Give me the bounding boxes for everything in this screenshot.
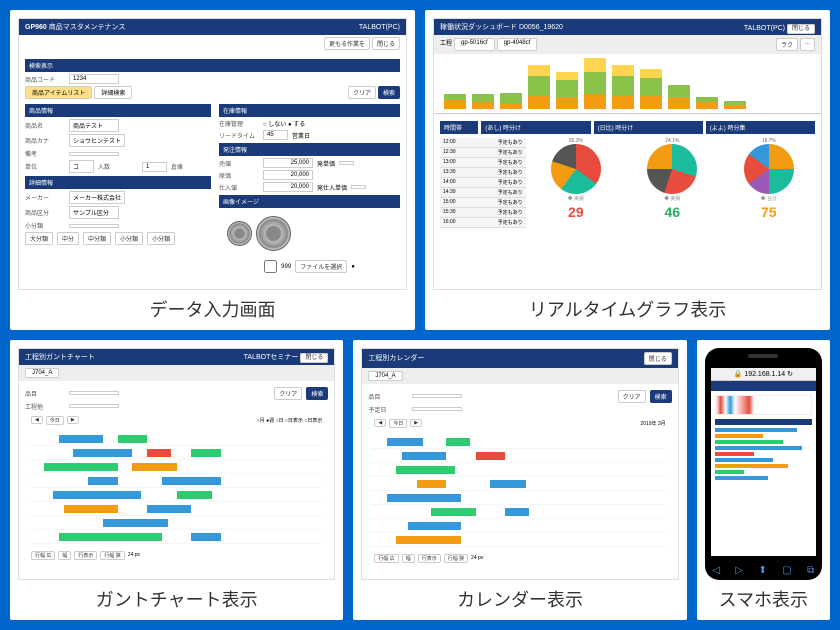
phone-url-bar[interactable]: 🔒 192.168.1.14 ↻ [711, 368, 816, 381]
phone-content [711, 391, 816, 557]
phone-toolbar: ◁ ▷ ⬆ ▢ ⧉ [705, 565, 822, 576]
kana-input[interactable]: ショウヒンテスト [69, 134, 125, 147]
close-button[interactable]: 閉じる [644, 352, 672, 365]
info-section: 商品情報 [25, 104, 211, 117]
panel-header: 稼働状況ダッシュボード D0056_19620 TALBOT(PC) 閉じる [434, 19, 821, 35]
panel-title: 商品マスタメンテナンス [49, 24, 126, 31]
panel-title: 稼働状況ダッシュボード [440, 24, 517, 31]
panel-caption: ガントチャート表示 [18, 580, 335, 612]
phone-speaker [748, 354, 778, 358]
metric-3: 75 [761, 204, 777, 220]
clear-button[interactable]: クリア [348, 86, 376, 99]
product-image [219, 208, 299, 258]
search-button[interactable]: 検索 [378, 86, 400, 99]
tab[interactable]: J704_A [25, 368, 59, 378]
close-button[interactable]: 閉じる [300, 353, 328, 363]
panel-caption: リアルタイムグラフ表示 [433, 290, 822, 322]
order-section: 発注情報 [219, 143, 400, 156]
realtime-graph-panel: 稼働状況ダッシュボード D0056_19620 TALBOT(PC) 閉じる 工… [433, 18, 822, 290]
share-icon[interactable]: ⬆ [759, 565, 767, 576]
calendar-panel: 工程別カレンダー閉じる J704_A 品目クリア検索 予定日 ◀今日▶2019年… [361, 348, 678, 581]
gantt-panel: 工程別ガントチャートTALBOTセミナー 閉じる J704_A 品目クリア検索 … [18, 348, 335, 581]
search-button[interactable]: 検索 [306, 387, 328, 400]
image-section: 画像イメージ [219, 195, 400, 208]
file-checkbox[interactable] [264, 260, 277, 273]
gear-icon [227, 221, 252, 246]
filter-select[interactable]: gp-5016cf [454, 38, 495, 51]
file-select-button[interactable]: ファイルを選択 [295, 260, 347, 273]
seg-btn[interactable]: 小分類 [115, 232, 143, 245]
panel-title: 工程別カレンダー [368, 353, 424, 363]
more-button[interactable]: ... [800, 38, 815, 51]
seg-btn[interactable]: 大分類 [25, 232, 53, 245]
name-input[interactable]: 商品テスト [69, 119, 119, 132]
smartphone-mockup: 🔒 192.168.1.14 ↻ ◁ ▷ ⬆ ▢ ⧉ [705, 348, 822, 581]
metric-1: 29 [568, 204, 584, 220]
code-input[interactable]: 1234 [69, 74, 119, 84]
gantt-chart [25, 428, 328, 548]
title-prefix: GP960 [25, 24, 47, 31]
back-icon[interactable]: ◁ [712, 565, 720, 576]
pie-chart-2 [647, 144, 697, 194]
panel-caption: スマホ表示 [705, 580, 822, 612]
calendar-chart [368, 431, 671, 551]
run-button[interactable]: ラク [776, 38, 798, 51]
user-label: TALBOT(PC) [359, 24, 400, 31]
seg-btn[interactable]: 中分 [57, 232, 79, 245]
detail-section: 詳細情報 [25, 176, 211, 189]
bar-chart [434, 54, 821, 114]
phone-app-header [711, 381, 816, 391]
time-section: 時間帯 [440, 121, 478, 134]
code-label: 商品コード [25, 75, 65, 84]
tab-detail-search[interactable]: 詳細検索 [94, 86, 132, 99]
close-button[interactable]: 閉じる [372, 37, 400, 50]
bookmark-icon[interactable]: ▢ [782, 565, 791, 576]
panel-caption: データ入力画面 [18, 290, 407, 322]
action-button[interactable]: 更もる作業を [324, 37, 370, 50]
phone-line-chart [715, 395, 812, 415]
month-label: 2019年 3月 [640, 420, 665, 427]
pie-chart-1 [551, 144, 601, 194]
forward-icon[interactable]: ▷ [735, 565, 743, 576]
close-button[interactable]: 閉じる [787, 24, 815, 34]
gear-icon [256, 216, 291, 251]
panel-caption: カレンダー表示 [361, 580, 678, 612]
data-entry-panel: GP960 商品マスタメンテナンス TALBOT(PC) 更もる作業を 閉じる … [18, 18, 407, 290]
panel-header: GP960 商品マスタメンテナンス TALBOT(PC) [19, 19, 406, 35]
tab[interactable]: J704_A [368, 371, 402, 381]
tab-item-list[interactable]: 商品アイテムリスト [25, 86, 92, 99]
search-section-header: 検索表示 [25, 59, 400, 72]
tabs-icon[interactable]: ⧉ [807, 565, 814, 576]
panel-title: 工程別ガントチャート [25, 352, 95, 362]
help-icon[interactable]: ● [351, 264, 355, 270]
pie-chart-3 [744, 144, 794, 194]
filter-select[interactable]: gp-4048cf [497, 38, 538, 51]
seg-btn[interactable]: 小分類 [147, 232, 175, 245]
memo-input[interactable] [69, 152, 119, 156]
user-label: TALBOT(PC) [744, 25, 785, 32]
stock-section: 在庫情報 [219, 104, 400, 117]
seg-btn[interactable]: 中分類 [83, 232, 111, 245]
time-table: 12:00予定もあり12:30予定もあり13:00予定もあり13:30予定もあり… [440, 138, 526, 228]
metric-2: 46 [665, 204, 681, 220]
clear-button[interactable]: クリア [274, 387, 302, 400]
